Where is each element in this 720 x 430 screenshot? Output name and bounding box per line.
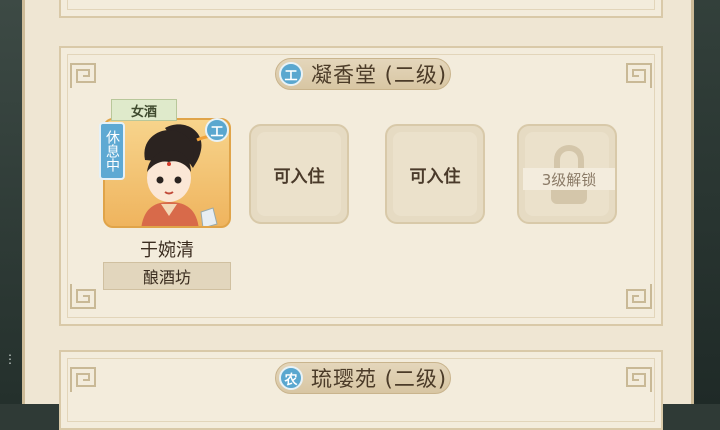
corner-ornament-icon	[626, 284, 652, 309]
worker-type-badge: 工	[205, 118, 229, 142]
slot-label: 可入住	[409, 166, 461, 187]
previous-card	[59, 0, 663, 18]
resident-name: 于婉清	[140, 240, 194, 261]
side-indicator: ⋮	[4, 352, 16, 366]
background-scenery-left	[0, 0, 24, 404]
slot-label: 可入住	[273, 166, 325, 187]
empty-room-slot[interactable]: 可入住	[385, 124, 485, 224]
workplace-label[interactable]: 酿酒坊	[103, 262, 231, 290]
section-title: 工 凝香堂 (二级)	[275, 58, 451, 90]
background-scenery-right	[692, 0, 720, 404]
residence-card-liuying: 农 琉璎苑 (二级)	[59, 350, 663, 430]
corner-ornament-icon	[626, 367, 652, 392]
section-title-text: 琉璎苑 (二级)	[310, 367, 448, 391]
section-title: 农 琉璎苑 (二级)	[275, 362, 451, 394]
corner-ornament-icon	[70, 284, 96, 309]
role-tag: 女酒	[111, 99, 177, 121]
corner-ornament-icon	[626, 63, 652, 88]
unlock-requirement-label: 3级解锁	[523, 168, 615, 190]
corner-ornament-icon	[70, 367, 96, 392]
section-title-text: 凝香堂 (二级)	[310, 63, 448, 87]
worker-type-badge: 工	[278, 62, 303, 86]
farmer-type-badge: 农	[278, 366, 303, 390]
empty-room-slot[interactable]: 可入住	[249, 124, 349, 224]
resting-status-tag: 休息中	[99, 122, 125, 180]
residence-panel: 工 凝香堂 (二级) 女酒 休息中 工 于婉清 酿酒坊 可入住 可入住 3级解锁…	[22, 0, 694, 430]
locked-room-slot[interactable]: 3级解锁	[517, 124, 617, 224]
corner-ornament-icon	[70, 63, 96, 88]
